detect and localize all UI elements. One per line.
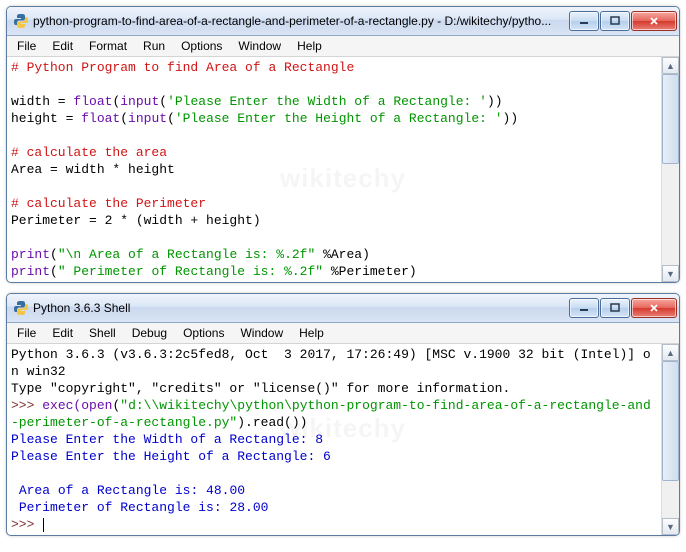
menu-window[interactable]: Window (232, 325, 291, 341)
scroll-up-icon[interactable]: ▲ (662, 57, 679, 74)
shell-menubar: File Edit Shell Debug Options Window Hel… (7, 323, 679, 344)
scroll-up-icon[interactable]: ▲ (662, 344, 679, 361)
menu-window[interactable]: Window (230, 38, 289, 54)
code-builtin: input (120, 94, 159, 109)
watermark: wikitechy (280, 170, 406, 187)
menu-file[interactable]: File (9, 325, 44, 341)
shell-prompt: >>> (11, 398, 42, 413)
code-string: 'Please Enter the Height of a Rectangle:… (175, 111, 503, 126)
scroll-thumb[interactable] (662, 361, 679, 481)
code-builtin: float (81, 111, 120, 126)
code-text: %Area) (315, 247, 370, 262)
code-comment: # calculate the area (11, 145, 167, 160)
code-comment: # calculate the Perimeter (11, 196, 206, 211)
shell-input-code: ).read()) (237, 415, 307, 430)
menu-file[interactable]: File (9, 38, 44, 54)
shell-titlebar[interactable]: Python 3.6.3 Shell (7, 294, 679, 323)
shell-stdout: Area of a Rectangle is: 48.00 (11, 483, 245, 498)
menu-run[interactable]: Run (135, 38, 173, 54)
menu-options[interactable]: Options (173, 38, 230, 54)
menu-options[interactable]: Options (175, 325, 232, 341)
menu-help[interactable]: Help (289, 38, 330, 54)
code-builtin: input (128, 111, 167, 126)
shell-input-code: open (81, 398, 112, 413)
code-builtin: float (73, 94, 112, 109)
shell-banner: Python 3.6.3 (v3.6.3:2c5fed8, Oct 3 2017… (11, 347, 651, 379)
close-button[interactable] (631, 298, 677, 318)
code-string: 'Please Enter the Width of a Rectangle: … (167, 94, 487, 109)
code-text: Area = width * height (11, 162, 175, 177)
shell-stdout: Please Enter the Height of a Rectangle: … (11, 449, 331, 464)
menu-shell[interactable]: Shell (81, 325, 124, 341)
menu-debug[interactable]: Debug (124, 325, 175, 341)
maximize-button[interactable] (600, 11, 630, 31)
code-text: Perimeter = 2 * (width + height) (11, 213, 261, 228)
editor-title: python-program-to-find-area-of-a-rectang… (33, 14, 569, 28)
scroll-down-icon[interactable]: ▼ (662, 265, 679, 282)
shell-window: Python 3.6.3 Shell File Edit Shell Debug… (6, 293, 680, 536)
code-builtin: print (11, 247, 50, 262)
menu-edit[interactable]: Edit (44, 38, 81, 54)
code-string: " Perimeter of Rectangle is: %.2f" (58, 264, 323, 279)
shell-scrollbar[interactable]: ▲ ▼ (661, 344, 679, 535)
close-button[interactable] (631, 11, 677, 31)
text-cursor (43, 518, 44, 532)
editor-menubar: File Edit Format Run Options Window Help (7, 36, 679, 57)
scroll-thumb[interactable] (662, 74, 679, 164)
menu-help[interactable]: Help (291, 325, 332, 341)
shell-prompt: >>> (11, 517, 42, 532)
code-editor[interactable]: # Python Program to find Area of a Recta… (7, 57, 661, 282)
window-controls (569, 298, 677, 318)
shell-stdout: Please Enter the Width of a Rectangle: 8 (11, 432, 323, 447)
code-text: %Perimeter) (323, 264, 417, 279)
shell-output[interactable]: Python 3.6.3 (v3.6.3:2c5fed8, Oct 3 2017… (7, 344, 661, 535)
code-comment: # Python Program to find Area of a Recta… (11, 60, 354, 75)
editor-window: python-program-to-find-area-of-a-rectang… (6, 6, 680, 283)
editor-titlebar[interactable]: python-program-to-find-area-of-a-rectang… (7, 7, 679, 36)
shell-stdout: Perimeter of Rectangle is: 28.00 (11, 500, 268, 515)
python-app-icon (13, 13, 29, 29)
editor-body: # Python Program to find Area of a Recta… (7, 57, 679, 282)
maximize-button[interactable] (600, 298, 630, 318)
minimize-button[interactable] (569, 11, 599, 31)
menu-format[interactable]: Format (81, 38, 135, 54)
minimize-button[interactable] (569, 298, 599, 318)
code-text: width = (11, 94, 73, 109)
python-app-icon (13, 300, 29, 316)
menu-edit[interactable]: Edit (44, 325, 81, 341)
shell-body: Python 3.6.3 (v3.6.3:2c5fed8, Oct 3 2017… (7, 344, 679, 535)
scroll-down-icon[interactable]: ▼ (662, 518, 679, 535)
window-controls (569, 11, 677, 31)
shell-banner: Type "copyright", "credits" or "license(… (11, 381, 510, 396)
code-text: height = (11, 111, 81, 126)
code-builtin: print (11, 264, 50, 279)
shell-title: Python 3.6.3 Shell (33, 301, 569, 315)
code-string: "\n Area of a Rectangle is: %.2f" (58, 247, 315, 262)
shell-input-code: exec( (42, 398, 81, 413)
editor-scrollbar[interactable]: ▲ ▼ (661, 57, 679, 282)
